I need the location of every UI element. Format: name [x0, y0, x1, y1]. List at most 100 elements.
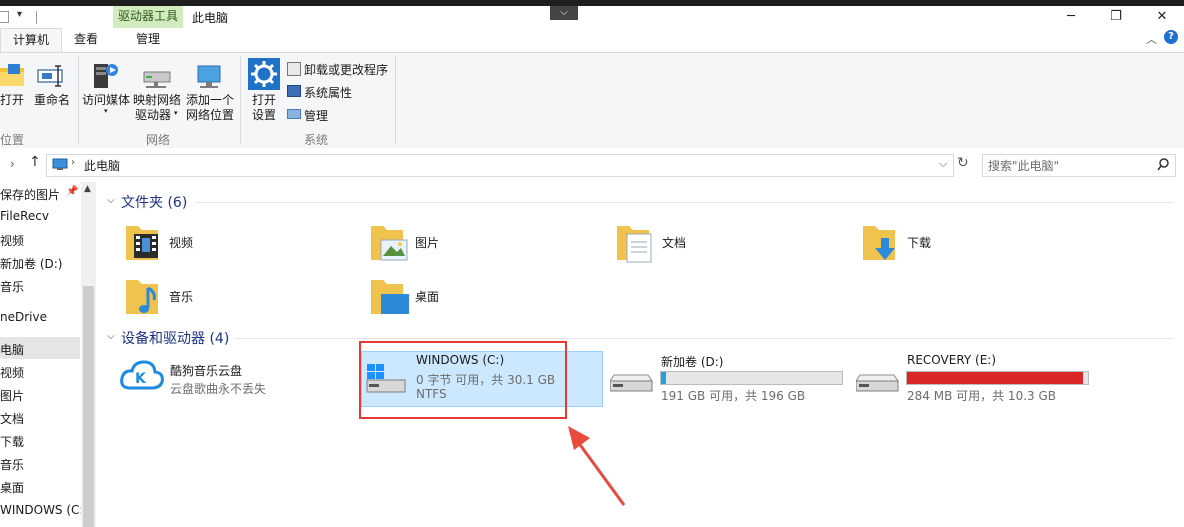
kugou-cloud-icon: K	[120, 360, 164, 390]
group-label-network: 网络	[146, 133, 171, 147]
add-location-label-2: 网络位置	[186, 108, 235, 122]
rename-button[interactable]: 重命名	[32, 60, 72, 120]
program-icon	[287, 62, 301, 76]
downloads-folder-icon	[863, 226, 895, 260]
add-network-location-button[interactable]: 添加一个 网络位置	[184, 58, 236, 122]
open-settings-button[interactable]: 打开 设置	[246, 58, 282, 124]
manage-label: 管理	[304, 109, 329, 123]
hard-drive-icon	[610, 374, 653, 392]
tab-view[interactable]: 查看	[64, 28, 108, 52]
scroll-up-icon[interactable]: ▲	[84, 184, 91, 194]
nav-item-pc-documents[interactable]: 文档	[0, 410, 24, 427]
address-dropdown-icon[interactable]: ⌵	[939, 157, 947, 171]
close-button[interactable]: ✕	[1139, 6, 1184, 28]
drive-e-space: 284 MB 可用，共 10.3 GB	[907, 389, 1056, 403]
cloud-drive-kugou[interactable]: K 酷狗音乐云盘 云盘歌曲永不丢失	[120, 356, 340, 400]
nav-item-pc-downloads[interactable]: 下载	[0, 433, 24, 450]
pin-icon[interactable]: 📌	[66, 186, 78, 197]
system-properties-icon	[287, 85, 301, 97]
search-icon[interactable]	[1157, 158, 1170, 171]
customize-quick-access-icon[interactable]: ▾	[17, 9, 22, 20]
access-media-button[interactable]: 访问媒体 ▾	[82, 58, 132, 120]
manage-icon	[287, 109, 301, 119]
add-location-label-1: 添加一个	[186, 93, 235, 107]
drive-e-tile[interactable]: RECOVERY (E:) 284 MB 可用，共 10.3 GB	[856, 351, 1096, 405]
folder-pictures[interactable]: 图片	[369, 220, 479, 264]
section-collapse-icon[interactable]: ⌵	[107, 331, 115, 342]
cloud-drive-name: 酷狗音乐云盘	[170, 364, 243, 378]
drive-e-usage-fill	[907, 372, 1083, 384]
drive-d-name: 新加卷 (D:)	[661, 355, 724, 369]
this-pc-icon	[52, 158, 68, 170]
nav-item-filerecv[interactable]: FileRecv	[0, 209, 49, 223]
quick-access-properties-icon[interactable]	[0, 11, 9, 23]
nav-item-music[interactable]: 音乐	[0, 278, 24, 295]
folder-downloads[interactable]: 下载	[861, 220, 971, 264]
nav-item-pc-music[interactable]: 音乐	[0, 456, 24, 473]
folder-desktop[interactable]: 桌面	[369, 274, 479, 318]
drive-d-tile[interactable]: 新加卷 (D:) 191 GB 可用，共 196 GB	[610, 351, 850, 405]
windows-drive-icon	[366, 364, 406, 393]
section-collapse-icon[interactable]: ⌵	[107, 195, 115, 206]
maximize-button[interactable]: ❐	[1093, 6, 1139, 28]
collapse-ribbon-icon[interactable]: ︿	[1146, 31, 1157, 47]
folder-label: 文档	[662, 236, 687, 250]
help-icon[interactable]: ?	[1164, 30, 1178, 44]
folder-documents[interactable]: 文档	[615, 220, 725, 264]
drive-c-space: 0 字节 可用，共 30.1 GB	[416, 373, 556, 387]
folder-open-icon	[0, 64, 24, 86]
dropdown-arrow-icon: ▾	[174, 109, 178, 117]
nav-scrollbar-thumb[interactable]	[83, 286, 94, 527]
open-settings-label-1: 打开	[252, 93, 277, 107]
devices-section-title[interactable]: 设备和驱动器 (4)	[121, 328, 229, 348]
nav-item-this-pc[interactable]: 电脑	[0, 341, 24, 358]
title-separator	[36, 11, 37, 24]
group-label-location: 位置	[0, 133, 25, 147]
open-button[interactable]: 打开	[0, 60, 28, 120]
folder-label: 桌面	[415, 290, 440, 304]
up-arrow-icon[interactable]: ↑	[29, 154, 41, 170]
folder-label: 音乐	[169, 290, 194, 304]
context-tab-drive-tools: 驱动器工具	[113, 6, 183, 28]
desktop-folder-icon	[371, 280, 409, 314]
nav-item-onedrive[interactable]: neDrive	[0, 310, 47, 324]
folder-label: 视频	[169, 236, 194, 250]
rename-label: 重命名	[34, 93, 71, 107]
breadcrumb-this-pc[interactable]: 此电脑	[84, 157, 120, 174]
gear-icon	[248, 58, 280, 90]
drive-e-usage-bar	[906, 371, 1089, 385]
folder-music[interactable]: 音乐	[124, 274, 234, 318]
network-location-icon	[197, 65, 221, 88]
drive-d-usage-fill	[661, 372, 667, 384]
nav-item-pc-desktop[interactable]: 桌面	[0, 479, 24, 496]
nav-item-videos[interactable]: 视频	[0, 232, 24, 249]
nav-item-windows-c[interactable]: WINDOWS (C:)	[0, 503, 88, 517]
folders-section-title[interactable]: 文件夹 (6)	[121, 192, 187, 212]
network-drive-icon	[143, 71, 171, 88]
tab-manage[interactable]: 管理	[113, 28, 183, 52]
nav-item-volume-d[interactable]: 新加卷 (D:)	[0, 255, 62, 272]
window-title: 此电脑	[192, 11, 229, 25]
nav-item-saved-pictures[interactable]: 保存的图片	[0, 186, 60, 203]
group-separator	[395, 56, 396, 144]
dropdown-arrow-icon: ▾	[104, 107, 108, 115]
cloud-drive-subtitle: 云盘歌曲永不丢失	[170, 382, 267, 396]
media-server-icon	[94, 64, 118, 88]
minimize-button[interactable]: ─	[1048, 6, 1094, 28]
breadcrumb-separator-icon[interactable]: ›	[71, 157, 75, 168]
tab-computer[interactable]: 计算机	[0, 28, 62, 53]
folder-videos[interactable]: 视频	[124, 220, 234, 264]
videos-folder-icon	[126, 226, 158, 260]
map-network-drive-button[interactable]: 映射网络 驱动器 ▾	[133, 58, 183, 122]
chevron-down-icon[interactable]: ⌵	[550, 6, 578, 20]
refresh-icon[interactable]: ↻	[957, 155, 969, 171]
address-bar[interactable]	[46, 154, 954, 177]
chevron-right-icon[interactable]: ›	[10, 157, 15, 171]
access-media-label: 访问媒体	[82, 93, 131, 107]
pictures-folder-icon	[371, 226, 408, 261]
drive-d-usage-bar	[660, 371, 843, 385]
rename-icon	[37, 65, 63, 87]
nav-item-pc-videos[interactable]: 视频	[0, 364, 24, 381]
open-label: 打开	[0, 93, 25, 107]
nav-item-pc-pictures[interactable]: 图片	[0, 387, 24, 404]
